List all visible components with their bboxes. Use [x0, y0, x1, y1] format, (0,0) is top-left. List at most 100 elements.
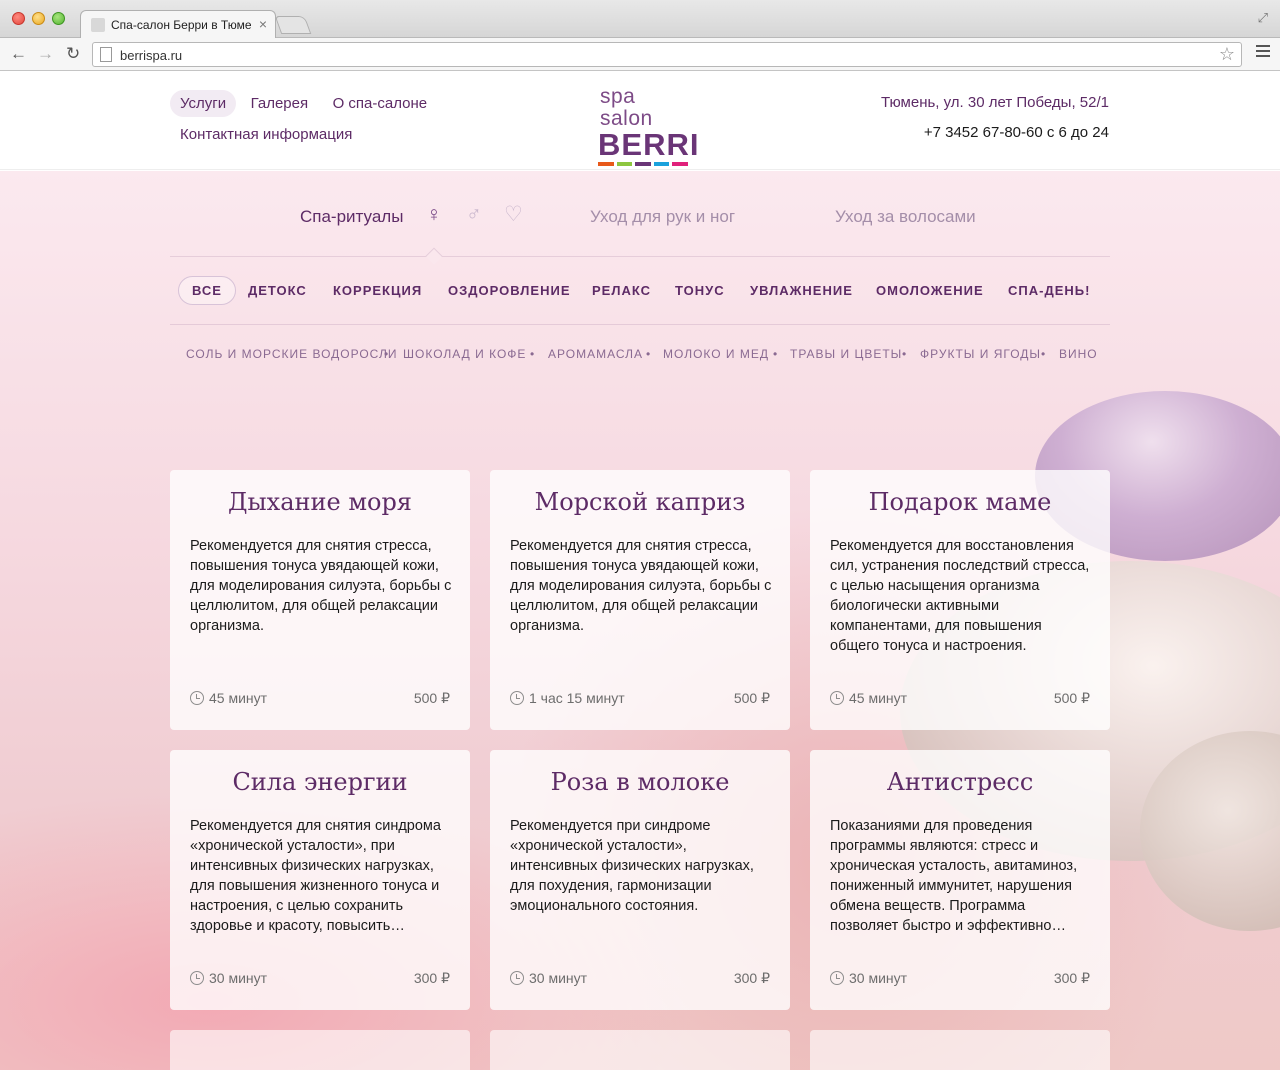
nav-gallery[interactable]: Галерея — [241, 90, 319, 117]
filter-health[interactable]: ОЗДОРОВЛЕНИЕ — [448, 277, 571, 304]
subfilter-wine[interactable]: ВИНО — [1059, 347, 1098, 361]
card-duration: 45 минут — [190, 690, 267, 706]
service-card[interactable]: Дыхание моря Рекомендуется для снятия ст… — [170, 470, 470, 730]
card-price: 500 ₽ — [1053, 690, 1090, 706]
favicon-icon — [91, 18, 105, 32]
card-duration: 30 минут — [190, 970, 267, 986]
female-icon[interactable]: ♀ — [426, 203, 442, 227]
address: Тюмень, ул. 30 лет Победы, 52/1 — [880, 94, 1109, 111]
tab-hands-feet[interactable]: Уход для рук и ног — [590, 207, 735, 227]
close-tab-icon[interactable]: × — [259, 16, 267, 32]
separator-dot: • — [646, 347, 651, 361]
subfilter-fruits[interactable]: ФРУКТЫ И ЯГОДЫ — [920, 347, 1041, 361]
logo[interactable]: spa salon BERRI — [598, 85, 700, 166]
logo-bar-segment — [635, 162, 651, 166]
card-description: Рекомендуется для снятия синдрома «хрони… — [190, 818, 441, 934]
logo-bar-segment — [598, 162, 614, 166]
card-description: Рекомендуется для восстановления сил, ус… — [830, 538, 1090, 654]
card-price: 300 ₽ — [413, 970, 450, 986]
card-description: Рекомендуется для снятия стресса, повыше… — [510, 538, 772, 634]
card-title: Подарок маме — [868, 488, 1052, 516]
browser-titlebar: Спа-салон Берри в Тюме × ⤢ — [0, 0, 1280, 39]
service-card[interactable]: Роза в молоке Рекомендуется при синдроме… — [490, 750, 790, 1010]
subfilter-herbs[interactable]: ТРАВЫ И ЦВЕТЫ — [790, 347, 902, 361]
new-tab-button[interactable] — [274, 16, 312, 34]
subfilter-milk[interactable]: МОЛОКО И МЕД — [663, 347, 769, 361]
hamburger-menu-icon[interactable] — [1256, 45, 1270, 60]
logo-subtitle: spa salon — [600, 85, 653, 130]
site-header: Услуги Галерея О спа-салоне Контактная и… — [0, 72, 1280, 170]
card-title: Роза в молоке — [550, 768, 730, 796]
address-bar[interactable]: berrispa.ru ☆ — [92, 42, 1242, 67]
card-description: Рекомендуется при синдроме «хронической … — [510, 818, 754, 914]
logo-bar-segment — [616, 162, 633, 166]
card-title: Дыхание моря — [228, 488, 412, 516]
service-card[interactable]: Морской каприз Рекомендуется для снятия … — [490, 470, 790, 730]
phone[interactable]: +7 3452 67-80-60 с 6 до 24 — [881, 124, 1109, 141]
zoom-window-button[interactable] — [52, 12, 65, 25]
separator-dot: • — [1041, 347, 1046, 361]
clock-icon — [190, 691, 204, 705]
browser-toolbar: ← → ↻ berrispa.ru ☆ — [0, 38, 1280, 71]
filter-moisturizing[interactable]: УВЛАЖНЕНИЕ — [750, 277, 853, 304]
minimize-window-button[interactable] — [32, 12, 45, 25]
filter-row: ВСЕ ДЕТОКС КОРРЕКЦИЯ ОЗДОРОВЛЕНИЕ РЕЛАКС… — [170, 257, 1110, 325]
card-title: Антистресс — [886, 768, 1034, 796]
reload-icon[interactable]: ↻ — [66, 44, 80, 64]
subfilter-salt[interactable]: СОЛЬ И МОРСКИЕ ВОДОРОСЛИ — [186, 347, 397, 361]
page-icon — [100, 47, 112, 62]
bookmark-star-icon[interactable]: ☆ — [1219, 44, 1235, 65]
card-duration: 30 минут — [830, 970, 907, 986]
tab-spa-rituals[interactable]: Спа-ритуалы — [300, 207, 403, 227]
separator-dot: • — [384, 347, 389, 361]
service-card[interactable]: Антистресс Показаниями для проведения пр… — [810, 750, 1110, 1010]
service-card[interactable]: Сила энергии Рекомендуется для снятия си… — [170, 750, 470, 1010]
service-card[interactable] — [490, 1030, 790, 1070]
clock-icon — [510, 971, 524, 985]
filter-relax[interactable]: РЕЛАКС — [592, 277, 651, 304]
card-description: Рекомендуется для снятия стресса, повыше… — [190, 538, 452, 634]
card-price: 300 ₽ — [733, 970, 770, 986]
fullscreen-icon[interactable]: ⤢ — [1258, 10, 1268, 26]
duration-text: 30 минут — [849, 970, 908, 986]
subfilter-row: СОЛЬ И МОРСКИЕ ВОДОРОСЛИ • ШОКОЛАД И КОФ… — [170, 347, 1110, 367]
filter-spa-day[interactable]: СПА-ДЕНЬ! — [1008, 277, 1090, 304]
heart-icon[interactable]: ♡ — [504, 203, 523, 227]
card-price: 500 ₽ — [733, 690, 770, 706]
clock-icon — [830, 971, 844, 985]
duration-text: 45 минут — [209, 690, 268, 706]
browser-tab[interactable]: Спа-салон Берри в Тюме × — [80, 10, 276, 39]
back-arrow-icon[interactable]: ← — [10, 44, 27, 64]
forward-arrow-icon[interactable]: → — [37, 44, 54, 64]
filter-detox[interactable]: ДЕТОКС — [248, 277, 307, 304]
separator-dot: • — [530, 347, 535, 361]
card-title: Сила энергии — [232, 768, 408, 796]
logo-bar-segment — [672, 162, 688, 166]
service-card[interactable]: Подарок маме Рекомендуется для восстанов… — [810, 470, 1110, 730]
logo-title: BERRI — [598, 127, 700, 162]
card-price: 500 ₽ — [413, 690, 450, 706]
card-duration: 30 минут — [510, 970, 587, 986]
card-title: Морской каприз — [534, 488, 746, 516]
card-duration: 1 час 15 минут — [510, 690, 625, 706]
filter-correction[interactable]: КОРРЕКЦИЯ — [333, 277, 422, 304]
card-duration: 45 минут — [830, 690, 907, 706]
card-price: 300 ₽ — [1053, 970, 1090, 986]
filter-rejuvenation[interactable]: ОМОЛОЖЕНИЕ — [876, 277, 984, 304]
nav-services[interactable]: Услуги — [170, 90, 237, 117]
tab-hair[interactable]: Уход за волосами — [835, 207, 976, 227]
service-card[interactable] — [170, 1030, 470, 1070]
duration-text: 45 минут — [849, 690, 908, 706]
tab-title: Спа-салон Берри в Тюме — [111, 18, 251, 32]
filter-tonus[interactable]: ТОНУС — [675, 277, 725, 304]
filter-all[interactable]: ВСЕ — [178, 276, 236, 305]
card-description: Показаниями для проведения программы явл… — [830, 818, 1078, 934]
subfilter-chocolate[interactable]: ШОКОЛАД И КОФЕ — [403, 347, 526, 361]
logo-color-bar — [598, 162, 688, 166]
nav-contacts[interactable]: Контактная информация — [170, 121, 362, 148]
male-icon[interactable]: ♂ — [466, 203, 482, 227]
service-card[interactable] — [810, 1030, 1110, 1070]
close-window-button[interactable] — [12, 12, 25, 25]
nav-about[interactable]: О спа-салоне — [323, 90, 438, 117]
subfilter-aroma[interactable]: АРОМАМАСЛА — [548, 347, 643, 361]
